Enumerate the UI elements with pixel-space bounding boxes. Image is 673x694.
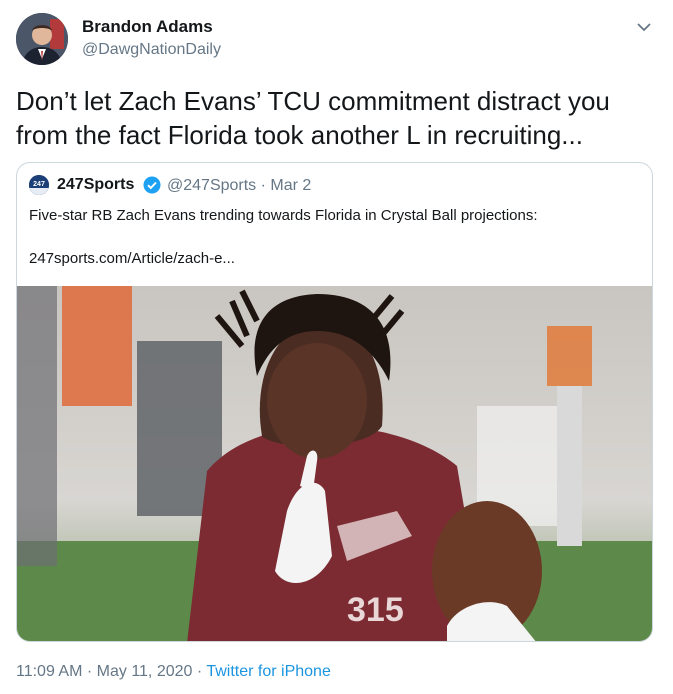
tweet-source-link[interactable]: Twitter for iPhone xyxy=(206,663,331,680)
author-avatar[interactable] xyxy=(16,13,68,65)
tweet-footer: 11:09 AM · May 11, 2020 · Twitter for iP… xyxy=(16,663,331,681)
verified-badge-icon xyxy=(143,176,161,194)
footer-separator-2: · xyxy=(192,663,207,680)
quoted-handle[interactable]: @247Sports xyxy=(167,177,256,194)
quoted-meta: @247Sports · Mar 2 xyxy=(167,177,311,195)
tweet-date[interactable]: May 11, 2020 xyxy=(97,663,193,680)
quoted-author-name[interactable]: 247Sports xyxy=(57,176,134,194)
author-handle[interactable]: @DawgNationDaily xyxy=(82,41,221,59)
tweet-text: Don’t let Zach Evans’ TCU commitment dis… xyxy=(16,86,610,150)
quoted-link[interactable]: 247sports.com/Article/zach-e... xyxy=(29,250,235,267)
quoted-logo-text: 247 xyxy=(33,181,45,188)
jersey-number: 315 xyxy=(347,591,404,629)
quoted-date[interactable]: Mar 2 xyxy=(270,177,311,194)
tweet-time[interactable]: 11:09 AM xyxy=(16,663,82,680)
chevron-down-icon[interactable] xyxy=(633,16,655,38)
footer-separator-1: · xyxy=(82,663,97,680)
quoted-separator: · xyxy=(260,177,266,194)
quoted-tweet[interactable]: 247 247Sports @247Sports · Mar 2 Five-st… xyxy=(16,162,653,642)
quoted-text: Five-star RB Zach Evans trending towards… xyxy=(29,207,538,224)
quoted-photo[interactable]: 315 xyxy=(17,286,652,641)
tweet-card: Brandon Adams @DawgNationDaily Don’t let… xyxy=(0,0,673,694)
author-name[interactable]: Brandon Adams xyxy=(82,17,213,37)
quoted-avatar[interactable]: 247 xyxy=(29,175,49,195)
